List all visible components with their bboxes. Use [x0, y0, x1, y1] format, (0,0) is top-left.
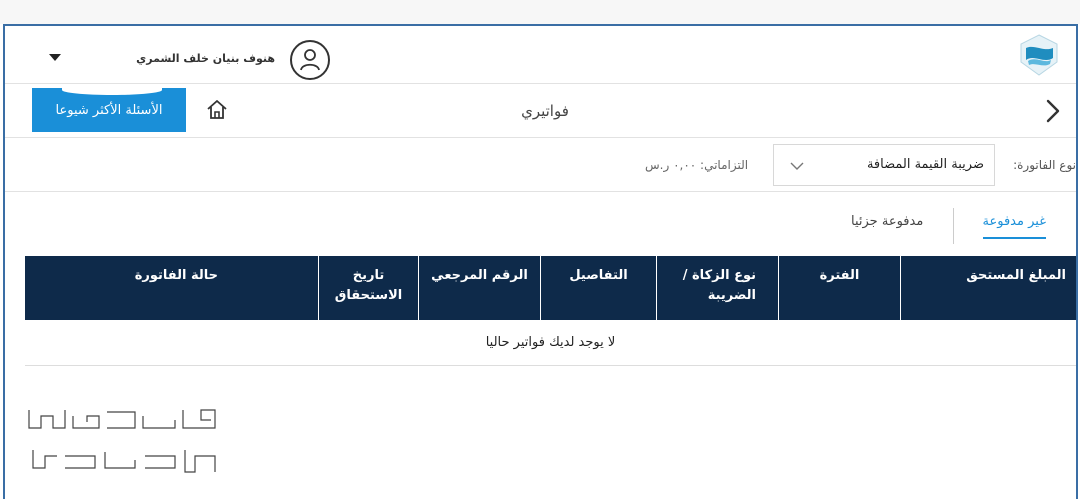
chevron-down-icon: [790, 162, 804, 170]
invoices-table-header: المبلغ المستحق الفترة نوع الزكاة / الضري…: [25, 256, 1076, 320]
user-icon: [300, 49, 320, 71]
page-title: فواتيري: [521, 102, 569, 120]
top-header: هنوف بنيان خلف الشمري: [5, 26, 1076, 84]
avatar[interactable]: [290, 40, 330, 80]
user-name[interactable]: هنوف بنيان خلف الشمري: [125, 52, 275, 65]
column-header[interactable]: الفترة: [778, 256, 900, 320]
invoice-type-label: نوع الفاتورة:: [1013, 158, 1076, 172]
invoice-tabs: غير مدفوعة مدفوعة جزئيا: [5, 192, 1076, 256]
filter-row: نوع الفاتورة: ضريبة القيمة المضافة التزا…: [5, 138, 1076, 192]
invoice-type-select[interactable]: ضريبة القيمة المضافة: [773, 144, 995, 186]
invoice-type-value: ضريبة القيمة المضافة: [866, 157, 984, 172]
column-header[interactable]: نوع الزكاة / الضريبة: [656, 256, 778, 320]
commitments-total: التزاماتي: ٠,٠٠ ر.س: [645, 158, 749, 172]
faq-button[interactable]: الأسئلة الأكثر شيوعا: [32, 85, 186, 132]
agency-logo: [1020, 34, 1058, 76]
watermark-logo: [28, 409, 216, 473]
nav-bar: الأسئلة الأكثر شيوعا فواتيري: [5, 84, 1076, 138]
chevron-right-icon[interactable]: [1044, 98, 1062, 124]
tab-unpaid[interactable]: غير مدفوعة: [982, 214, 1046, 239]
column-header[interactable]: حالة الفاتورة: [25, 256, 318, 320]
portal-window: هنوف بنيان خلف الشمري الأسئلة الأكثر شيو…: [3, 24, 1078, 499]
tab-divider: [953, 208, 954, 244]
tab-partially-paid[interactable]: مدفوعة جزئيا: [851, 214, 923, 229]
caret-down-icon[interactable]: [49, 54, 61, 61]
empty-table-message: لا يوجد لديك فواتير حاليا: [25, 320, 1076, 366]
browser-top-strip: [0, 0, 1080, 24]
column-header[interactable]: التفاصيل: [540, 256, 656, 320]
faq-wave-decoration: [62, 85, 162, 95]
home-icon[interactable]: [205, 98, 229, 122]
column-header[interactable]: المبلغ المستحق: [900, 256, 1076, 320]
column-header[interactable]: تاريخ الاستحقاق: [318, 256, 418, 320]
faq-button-label: الأسئلة الأكثر شيوعا: [55, 102, 163, 118]
column-header[interactable]: الرقم المرجعي: [418, 256, 540, 320]
